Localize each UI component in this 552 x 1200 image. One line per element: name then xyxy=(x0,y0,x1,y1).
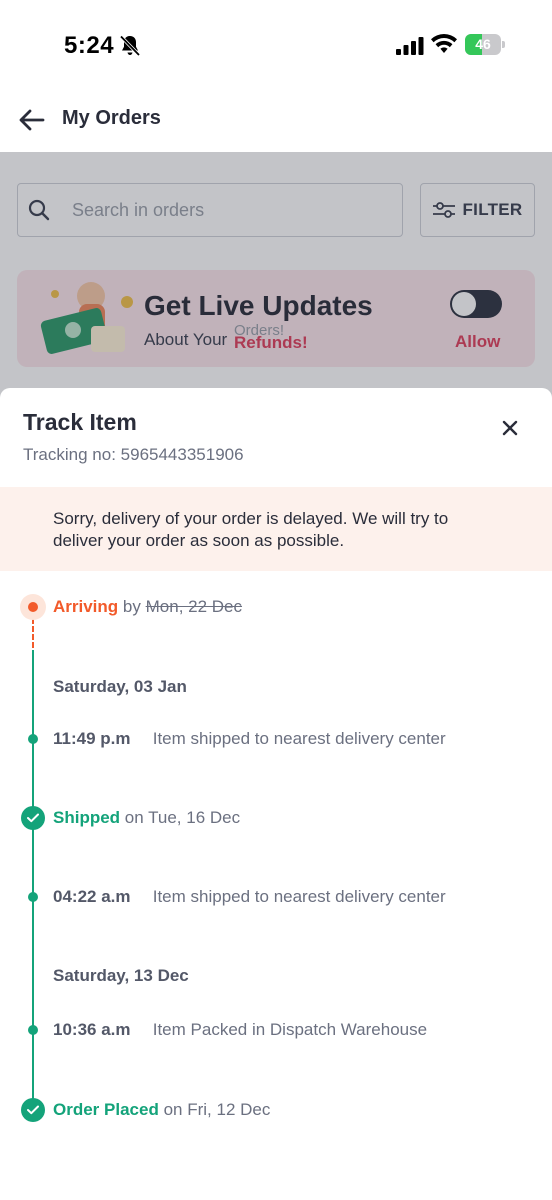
bell-slash-icon xyxy=(119,35,141,57)
status-time: 5:24 xyxy=(64,32,115,59)
checkmark-icon xyxy=(27,1105,39,1115)
battery-nub xyxy=(502,41,505,48)
timeline-event: 04:22 a.m Item shipped to nearest delive… xyxy=(53,887,446,907)
timeline-date-header: Saturday, 03 Jan xyxy=(53,677,187,696)
track-item-sheet: Track Item Tracking no: 5965443351906 So… xyxy=(0,388,552,1200)
app-header: My Orders xyxy=(0,90,552,152)
event-description: Item shipped to nearest delivery center xyxy=(152,729,446,748)
tracking-label: Tracking no: xyxy=(23,445,116,464)
event-description: Item shipped to nearest delivery center xyxy=(152,887,446,906)
arriving-status: Arriving xyxy=(53,597,119,616)
close-button[interactable] xyxy=(494,412,526,444)
wifi-icon xyxy=(431,34,457,53)
shipped-date: Tue, 16 Dec xyxy=(148,808,241,827)
event-description: Item Packed in Dispatch Warehouse xyxy=(152,1020,428,1039)
page-title: My Orders xyxy=(62,107,161,129)
timeline-event: 11:49 p.m Item shipped to nearest delive… xyxy=(53,729,446,749)
arrow-left-icon xyxy=(19,109,45,131)
placed-check-icon xyxy=(21,1098,45,1122)
shipped-check-icon xyxy=(21,806,45,830)
timeline-rail xyxy=(32,650,34,1120)
arriving-connector: by xyxy=(122,597,141,616)
event-time: 10:36 a.m xyxy=(53,1020,131,1039)
delay-notice: Sorry, delivery of your order is delayed… xyxy=(0,487,552,571)
tracking-number: Tracking no: 5965443351906 xyxy=(23,445,244,465)
tracking-value: 5965443351906 xyxy=(120,445,244,464)
arriving-row: Arriving by Mon, 22 Dec xyxy=(53,597,242,617)
signal-icon xyxy=(396,37,424,55)
battery-charging-icon: 46 xyxy=(465,34,505,55)
timeline-event-dot xyxy=(28,892,38,902)
status-bar: 5:24 46 xyxy=(0,0,552,90)
sheet-title: Track Item xyxy=(23,409,137,435)
arriving-dot xyxy=(28,602,38,612)
timeline-event-dot xyxy=(28,1025,38,1035)
battery-level: 46 xyxy=(475,36,491,52)
placed-status: Order Placed xyxy=(53,1100,159,1119)
order-placed-row: Order Placed on Fri, 12 Dec xyxy=(53,1100,270,1120)
timeline-dashed-connector xyxy=(32,618,34,648)
arriving-original-date: Mon, 22 Dec xyxy=(145,597,243,616)
timeline-event: 10:36 a.m Item Packed in Dispatch Wareho… xyxy=(53,1020,427,1040)
back-button[interactable] xyxy=(14,102,50,138)
event-time: 04:22 a.m xyxy=(53,887,131,906)
shipped-row: Shipped on Tue, 16 Dec xyxy=(53,808,240,828)
close-icon xyxy=(502,420,518,436)
checkmark-icon xyxy=(27,813,39,823)
shipped-connector: on xyxy=(124,808,144,827)
delay-message: Sorry, delivery of your order is delayed… xyxy=(53,509,449,550)
shipped-status: Shipped xyxy=(53,808,121,827)
placed-date: Fri, 12 Dec xyxy=(187,1100,271,1119)
placed-connector: on xyxy=(163,1100,183,1119)
event-time: 11:49 p.m xyxy=(53,729,131,748)
timeline-date-header: Saturday, 13 Dec xyxy=(53,966,189,985)
timeline-event-dot xyxy=(28,734,38,744)
